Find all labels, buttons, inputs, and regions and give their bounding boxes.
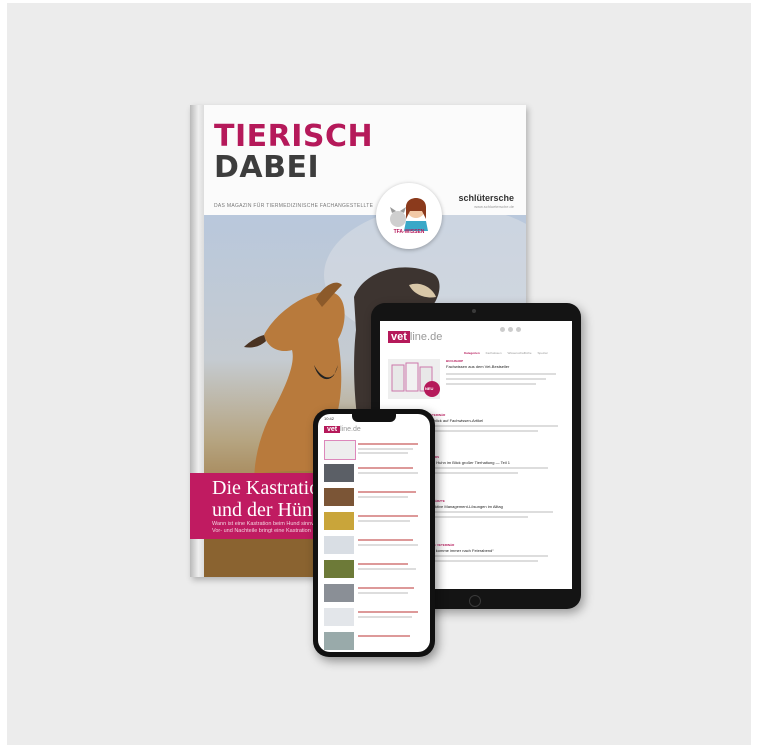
text-line	[358, 520, 410, 522]
article-title[interactable]: Fachwissen aus dem Vet-Bestseller	[446, 364, 509, 369]
logo-vet: vet	[324, 426, 341, 433]
phone-notch	[352, 414, 396, 422]
text-line	[358, 592, 408, 594]
user-icon[interactable]	[508, 327, 513, 332]
badge-label: TFA-WISSEN	[393, 229, 425, 235]
article-thumbnail	[324, 488, 354, 506]
search-icon[interactable]	[500, 327, 505, 332]
article-row[interactable]	[324, 584, 424, 604]
magazine-title-line2: DABEI	[214, 150, 320, 185]
books-image	[391, 362, 440, 397]
article-thumbnail	[324, 536, 354, 554]
new-badge: NEU	[425, 386, 434, 391]
tablet-menu: Kategorien Fachwissen Wissenschaftliche …	[464, 351, 547, 355]
text-line	[428, 516, 528, 518]
article-thumbnail: NEU	[388, 359, 440, 399]
subline-line1: Wann ist eine Kastration beim Hund sinnv…	[212, 521, 323, 527]
dog-and-person-icon	[390, 198, 428, 231]
article-row[interactable]	[324, 488, 424, 508]
headline-line1: Die Kastratio	[212, 477, 320, 499]
publisher-url: www.schluetersche.de	[474, 204, 514, 209]
cover-headline: Die Kastratio und der Hün	[212, 477, 319, 521]
text-line	[358, 448, 413, 450]
text-line	[358, 544, 418, 546]
tablet-camera	[472, 309, 476, 313]
text-line	[446, 378, 546, 380]
menu-item-1[interactable]: Fachwissen	[486, 351, 502, 355]
text-line	[358, 616, 412, 618]
article-thumbnail	[324, 632, 354, 650]
text-line	[358, 491, 416, 493]
text-line	[358, 496, 408, 498]
cover-subline: Wann ist eine Kastration beim Hund sinnv…	[212, 521, 322, 535]
phone-device: 10:42 vet line.de	[313, 409, 435, 657]
tablet-home-button[interactable]	[469, 595, 481, 607]
article-row[interactable]	[324, 608, 424, 628]
article-title[interactable]: Effektive Management-Lösungen im Alltag	[428, 504, 503, 509]
text-line	[358, 443, 418, 445]
article-title[interactable]: „Ich komme immer nach Feierabend“	[428, 548, 494, 553]
article-thumbnail	[324, 512, 354, 530]
article-title[interactable]: Einblick auf Fachwissen-Artikel	[428, 418, 483, 423]
article-row[interactable]: NEU BUCHSHOP Fachwissen aus dem Vet-Best…	[388, 359, 566, 403]
product-showcase: TIERISCH DABEI DAS MAGAZIN FÜR TIERMEDIZ…	[7, 3, 751, 745]
tfa-wissen-badge: TFA-WISSEN	[376, 183, 442, 249]
text-line	[358, 563, 408, 565]
text-line	[358, 472, 418, 474]
menu-item-3[interactable]: Spezial	[538, 351, 548, 355]
magazine-title-line1: TIERISCH	[214, 119, 374, 154]
article-row[interactable]	[324, 440, 424, 460]
article-title[interactable]: Das Huhn im Blick großer Tierhaltung — T…	[428, 460, 510, 465]
menu-item-2[interactable]: Wissenschaftliche	[508, 351, 532, 355]
tablet-header-icons	[500, 327, 521, 332]
text-line	[358, 452, 408, 454]
text-line	[428, 560, 538, 562]
article-category: BUCHSHOP	[446, 359, 464, 363]
logo-domain: line.de	[409, 331, 443, 343]
menu-item-0[interactable]: Kategorien	[464, 351, 480, 355]
article-thumbnail	[324, 440, 356, 460]
text-line	[446, 373, 556, 375]
text-line	[428, 425, 558, 427]
text-line	[428, 472, 518, 474]
menu-icon[interactable]	[516, 327, 521, 332]
text-line	[358, 539, 413, 541]
text-line	[358, 611, 418, 613]
logo-vet: vet	[388, 331, 410, 343]
article-row[interactable]	[324, 464, 424, 484]
headline-line2: und der Hün	[212, 499, 312, 521]
vetline-logo[interactable]: vet line.de	[324, 426, 361, 433]
vetline-logo[interactable]: vet line.de	[388, 331, 442, 343]
publisher-logo: schlütersche	[458, 193, 514, 203]
text-line	[428, 430, 538, 432]
text-line	[428, 555, 548, 557]
article-thumbnail	[324, 608, 354, 626]
text-line	[446, 383, 536, 385]
phone-status-time: 10:42	[324, 416, 335, 421]
article-thumbnail	[324, 584, 354, 602]
text-line	[358, 635, 410, 637]
article-row[interactable]	[324, 512, 424, 532]
logo-domain: line.de	[340, 426, 361, 433]
text-line	[428, 467, 548, 469]
text-line	[358, 467, 413, 469]
article-thumbnail	[324, 464, 354, 482]
article-row[interactable]	[324, 560, 424, 580]
article-row[interactable]	[324, 632, 424, 652]
subline-line2: Vor- und Nachteile bringt eine Kastratio…	[212, 528, 311, 534]
text-line	[358, 515, 418, 517]
text-line	[358, 587, 414, 589]
text-line	[358, 568, 416, 570]
article-thumbnail	[324, 560, 354, 578]
text-line	[428, 511, 553, 513]
magazine-tagline: DAS MAGAZIN FÜR TIERMEDIZINISCHE FACHANG…	[214, 203, 374, 209]
article-row[interactable]	[324, 536, 424, 556]
phone-screen: 10:42 vet line.de	[318, 414, 430, 652]
